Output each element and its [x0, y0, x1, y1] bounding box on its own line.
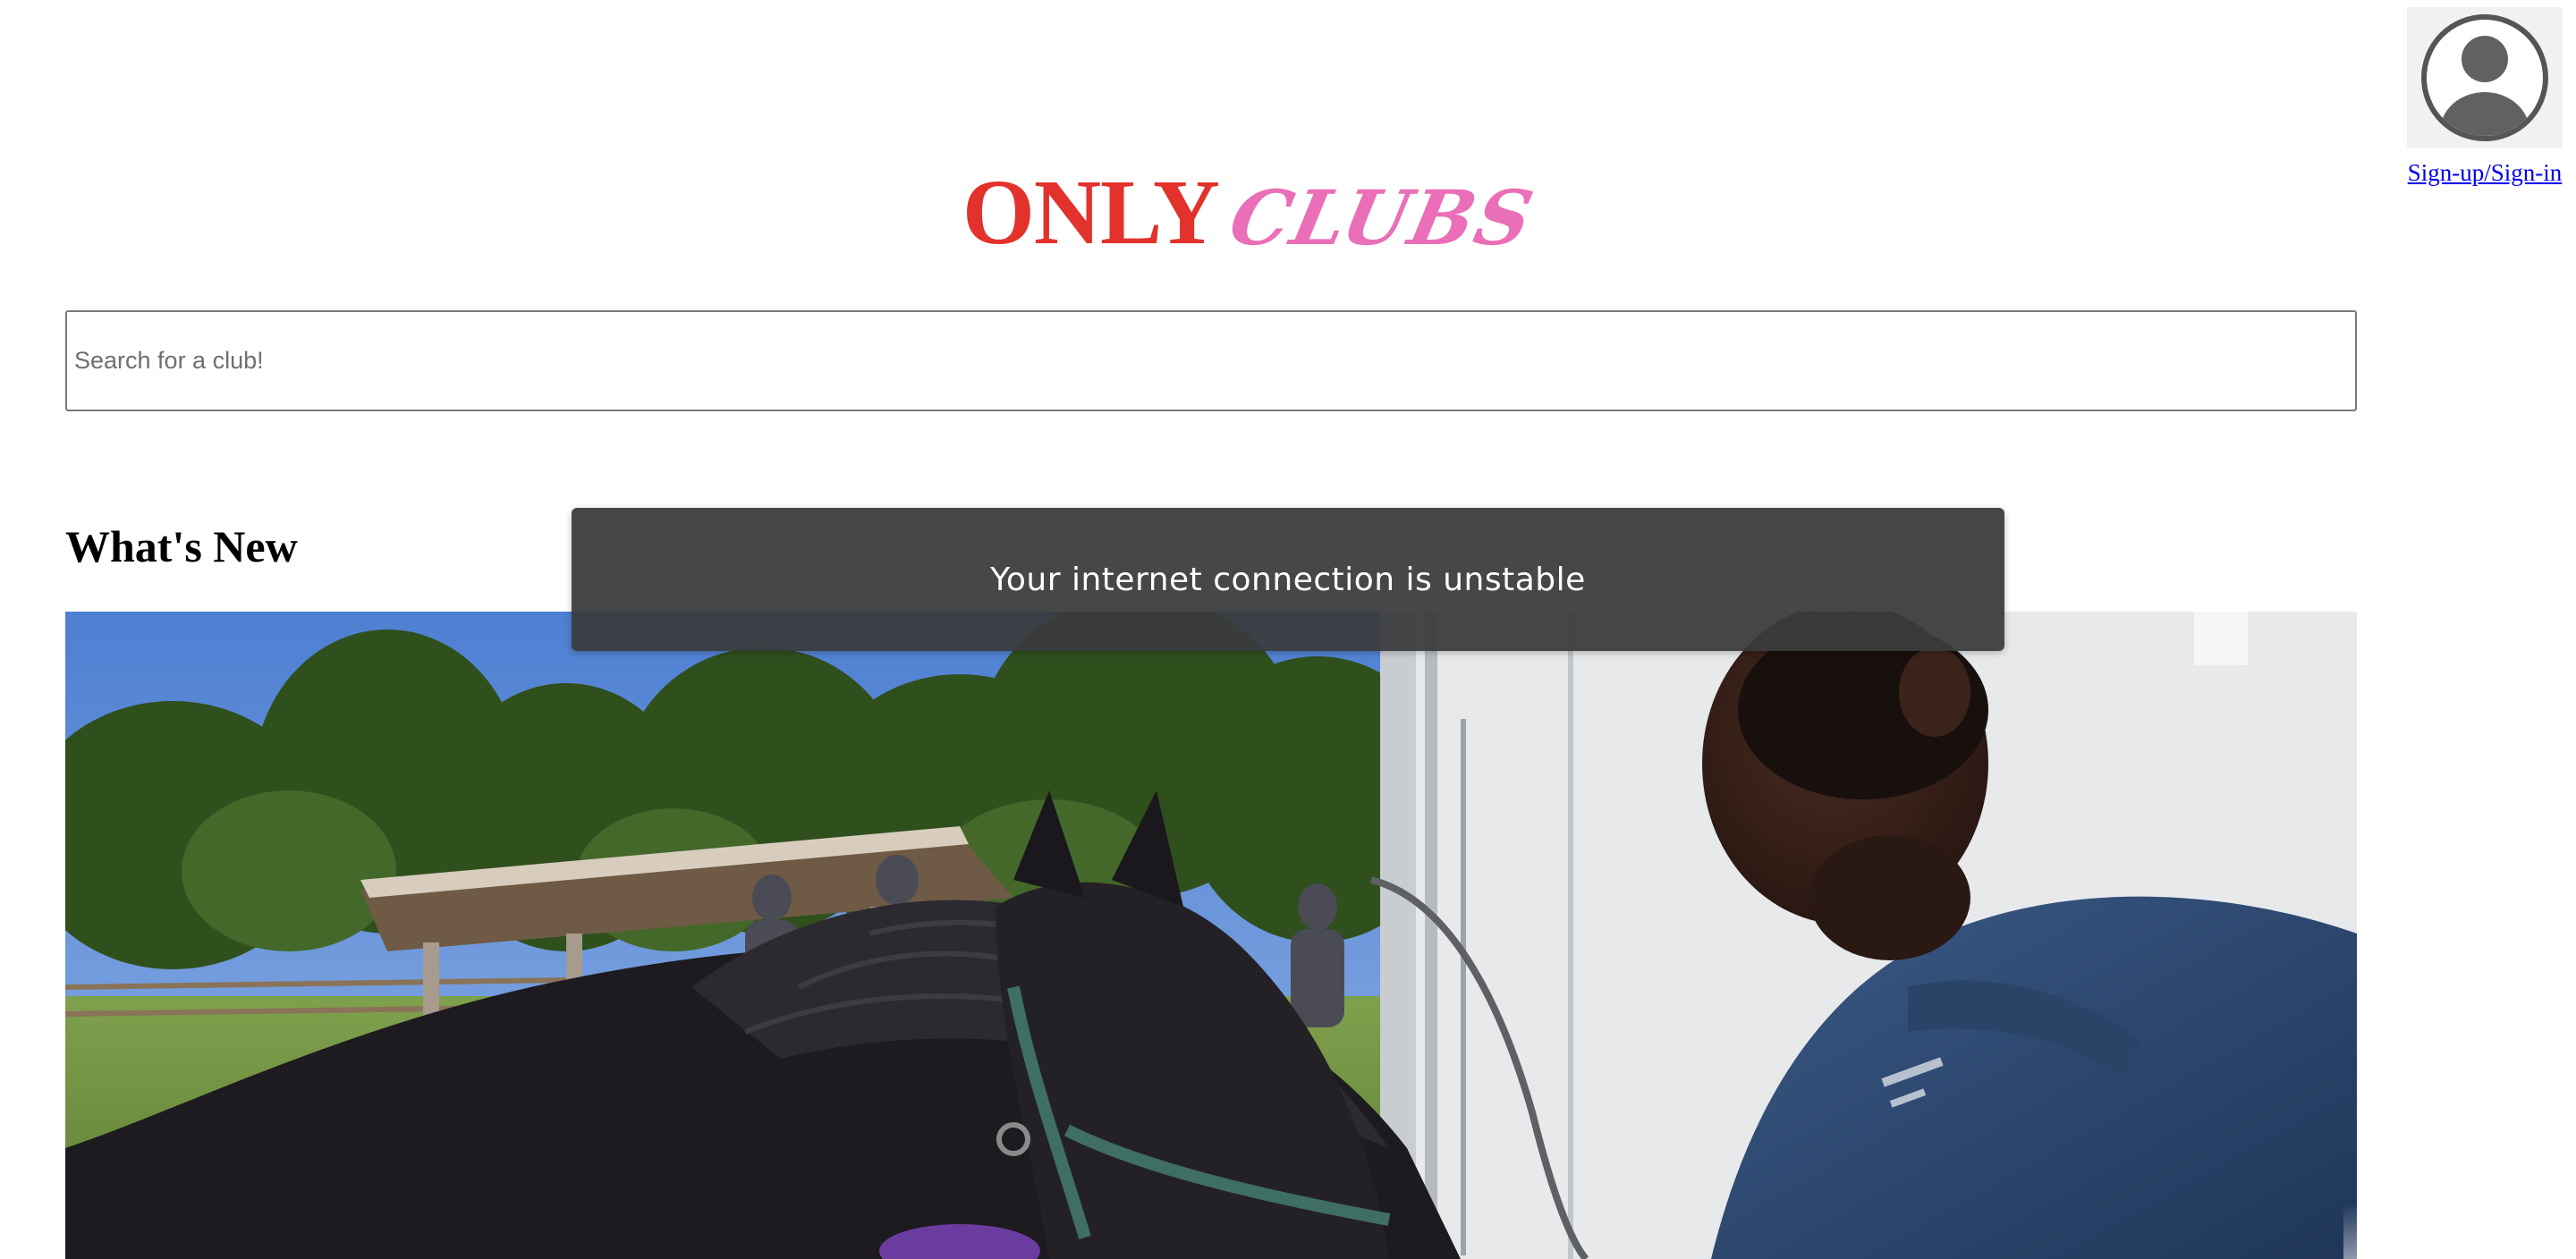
whats-new-heading: What's New [65, 521, 298, 571]
avatar[interactable] [2407, 7, 2563, 148]
club-search-input[interactable] [65, 310, 2357, 411]
corner-fade [2343, 1205, 2576, 1259]
logo-text-only: ONLY [962, 161, 1220, 264]
logo-text-clubs: CLUBS [1222, 173, 1542, 262]
connection-toast: Your internet connection is unstable [572, 508, 2004, 651]
toast-message: Your internet connection is unstable [990, 561, 1586, 598]
page: Sign-up/Sign-in ONLY CLUBS What's New [0, 0, 2576, 1259]
featured-photo [65, 612, 2357, 1259]
user-avatar-icon [2421, 14, 2548, 141]
featured-image[interactable] [65, 612, 2357, 1259]
account-area: Sign-up/Sign-in [2404, 7, 2565, 187]
site-logo[interactable]: ONLY CLUBS [962, 143, 1542, 264]
sign-in-link[interactable]: Sign-up/Sign-in [2408, 159, 2563, 187]
